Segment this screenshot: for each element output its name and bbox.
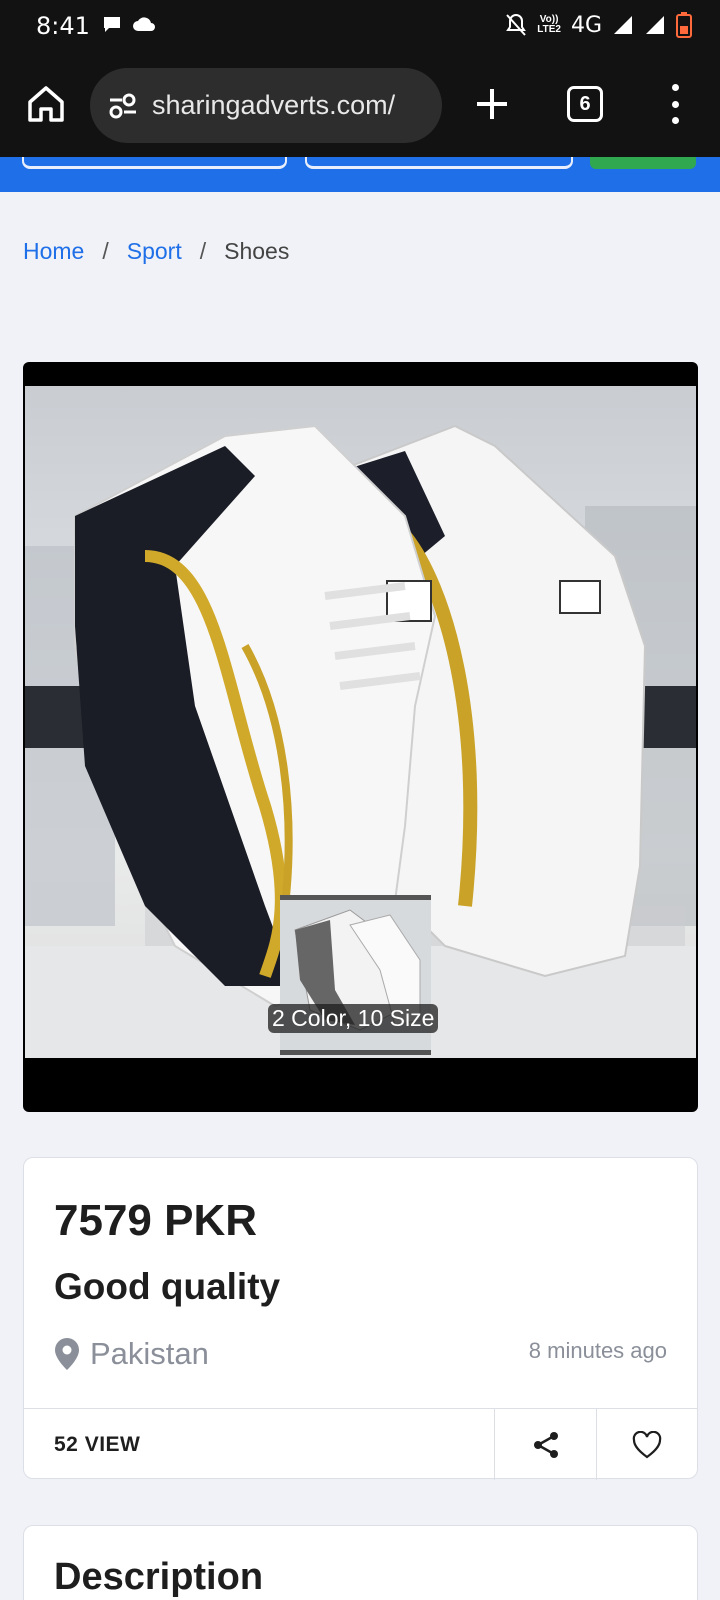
menu-dot <box>671 100 679 108</box>
site-settings-icon[interactable] <box>108 91 138 121</box>
new-tab-button[interactable] <box>470 82 514 126</box>
volte-indicator: Vo)) LTE2 <box>537 15 561 35</box>
menu-dot <box>671 84 679 91</box>
listing-location: Pakistan <box>54 1336 209 1372</box>
browser-toolbar: sharingadverts.com/ 6 <box>0 52 720 157</box>
status-bar: 8:41 Vo)) LTE2 4G <box>0 0 720 52</box>
location-pin-icon <box>55 1338 79 1370</box>
listing-actions: 52 VIEW <box>24 1408 697 1480</box>
listing-info-card: 7579 PKR Good quality Pakistan 8 minutes… <box>23 1157 698 1480</box>
heart-icon <box>632 1430 662 1458</box>
listing-title: Good quality <box>54 1266 281 1307</box>
bell-off-icon <box>506 13 527 36</box>
menu-dot <box>671 117 679 124</box>
home-icon <box>28 86 64 122</box>
network-type: 4G <box>570 12 602 38</box>
notification-icons <box>102 14 156 34</box>
image-variant-label: 2 Color, 10 Size <box>268 1004 439 1033</box>
breadcrumb-home-link[interactable]: Home <box>23 238 84 265</box>
volte-line2: LTE2 <box>537 24 561 35</box>
system-icons: Vo)) LTE2 4G <box>505 12 692 38</box>
url-text: sharingadverts.com/ <box>152 90 396 120</box>
site-header <box>0 157 720 192</box>
breadcrumb: Home / Sport / Shoes <box>23 238 289 265</box>
chat-bubble-icon <box>104 17 120 32</box>
breadcrumb-separator: / <box>102 238 109 264</box>
posted-time: 8 minutes ago <box>528 1338 667 1363</box>
signal-icon-2 <box>646 16 664 34</box>
description-card: Description <box>23 1525 698 1600</box>
more-menu-button[interactable] <box>660 84 690 124</box>
plus-icon <box>477 89 507 119</box>
breadcrumb-separator: / <box>199 238 207 264</box>
favorite-button[interactable] <box>596 1409 697 1480</box>
breadcrumb-sport-link[interactable]: Sport <box>127 238 182 265</box>
cloud-icon <box>133 17 155 31</box>
listing-price: 7579 PKR <box>54 1196 258 1245</box>
view-count: 52 VIEW <box>54 1433 141 1456</box>
breadcrumb-current: Shoes <box>224 238 290 264</box>
share-button[interactable] <box>494 1409 596 1480</box>
status-time: 8:41 <box>36 12 90 40</box>
header-action-button[interactable] <box>590 157 696 169</box>
tab-switcher-button[interactable]: 6 <box>567 86 603 122</box>
header-field-2[interactable] <box>305 157 573 169</box>
header-field-1[interactable] <box>22 157 287 169</box>
battery-icon <box>676 12 692 38</box>
share-icon <box>533 1431 558 1458</box>
home-button[interactable] <box>24 82 68 126</box>
description-heading: Description <box>54 1556 264 1598</box>
signal-icon <box>614 16 632 34</box>
location-text: Pakistan <box>90 1336 209 1371</box>
address-bar[interactable]: sharingadverts.com/ <box>90 68 442 143</box>
